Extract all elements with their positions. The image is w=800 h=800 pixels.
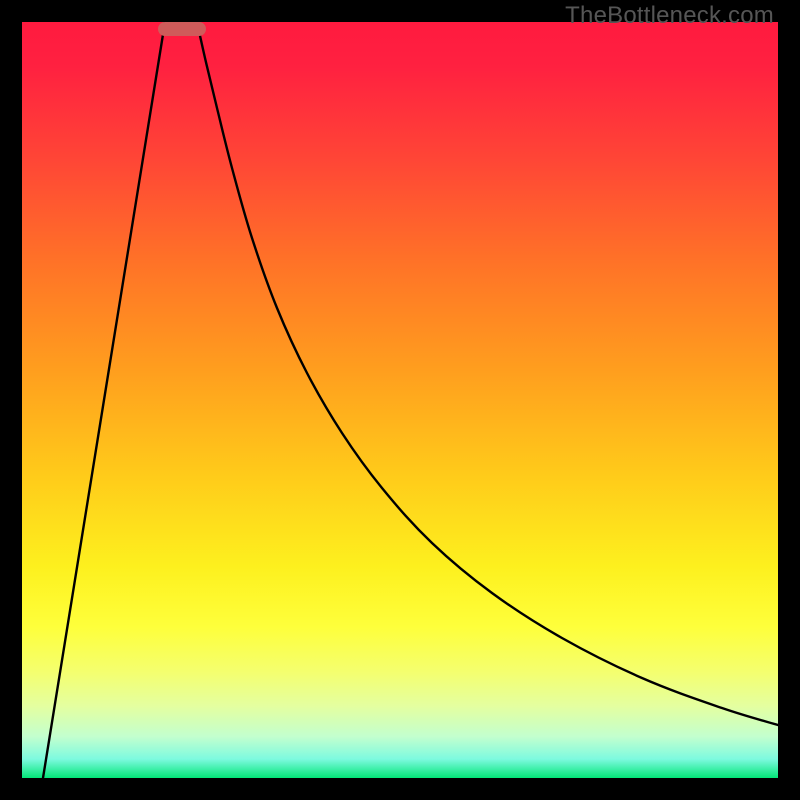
plot-frame: [22, 22, 778, 778]
bottleneck-curve: [22, 22, 778, 778]
watermark-text: TheBottleneck.com: [565, 2, 774, 30]
optimal-range-marker: [158, 22, 206, 36]
